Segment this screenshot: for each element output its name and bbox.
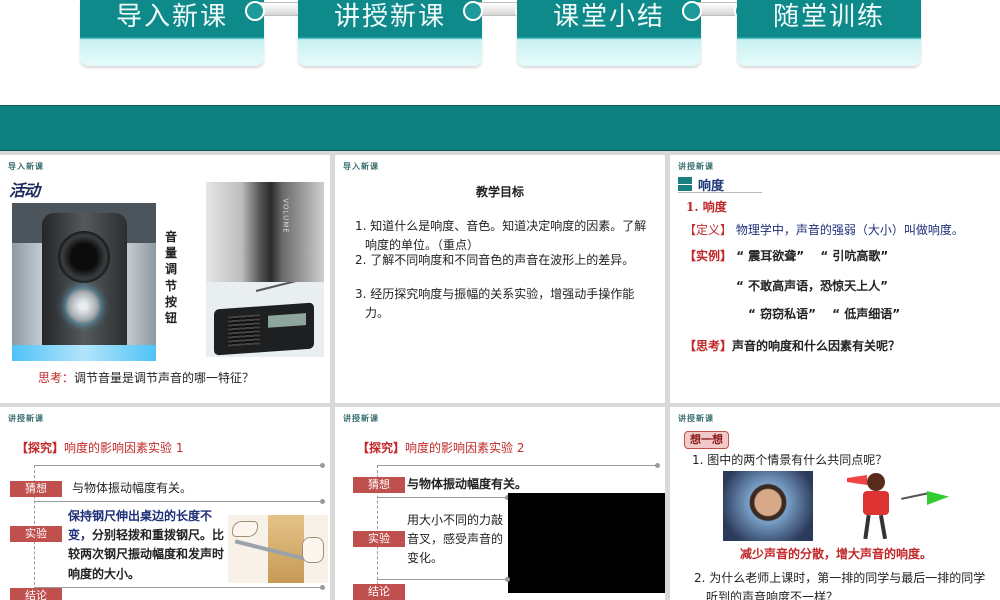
think-text: 调节音量是调节声音的哪一特征？ [74,371,255,385]
slide-grid: 导入新课 活动 音量调节按钮 VOLUME 思考：调节音量是调节声音的哪一特征？… [0,151,1000,600]
think-tag: 想一想 [684,431,729,449]
covering-ears-photo [723,471,813,541]
slide-title: 教学目标 [475,185,524,199]
section-icon [678,177,692,191]
example-line-1: 【实例】 “ 震耳欲聋” “ 引吭高歌” [684,247,888,266]
top-navigation: 导入新课 讲授新课 课堂小结 随堂训练 [0,0,1000,105]
conclusion-label: 结论 [10,588,62,600]
experiment-label: 【探究】 [357,441,406,455]
think-label: 思考： [38,371,75,385]
slide-thumbnail-3[interactable]: 讲授新课 响度 1. 响度 【定义】 物理学中，声音的强弱（大小）叫做响度。 【… [670,155,1000,403]
slide-tag: 讲授新课 [678,162,714,171]
experiment-description: 保持钢尺伸出桌边的长度不变，分别轻拨和重拨钢尺。比较两次钢尺振动幅度和发声时响度… [68,507,226,584]
radio-image [206,282,324,357]
think-label: 【思考】 [684,339,733,353]
slide-thumbnail-4[interactable]: 讲授新课 【探究】响度的影响因素实验 1 猜想 与物体振动幅度有关。 实验 保持… [0,407,330,600]
nav-button-practice[interactable]: 随堂训练 [737,0,921,66]
definition-line: 【定义】 物理学中，声音的强弱（大小）叫做响度。 [684,221,964,240]
nav-button-lecture[interactable]: 讲授新课 [298,0,482,66]
section-heading: 响度 [678,175,762,194]
volume-control-image: VOLUME [206,182,324,282]
volume-knob-label: 音量调节按钮 [164,230,177,325]
guess-text: 与物体振动幅度有关。 [72,481,193,495]
question-2: 2. 为什么老师上课时，第一排的同学与最后一排的同学听到的声音响度不一样？ [694,571,986,600]
slide-tag: 讲授新课 [343,414,379,423]
experiment-title: 【探究】响度的影响因素实验 1 [16,439,183,458]
volume-word: VOLUME [281,198,290,234]
nav-button-summary[interactable]: 课堂小结 [517,0,701,66]
divider [377,495,510,500]
question-1: 1. 图中的两个情景有什么共同点呢？ [692,453,888,467]
guess-label: 猜想 [10,481,62,497]
divider [377,577,510,582]
definition-label: 【定义】 [684,223,733,237]
nav-button-label: 导入新课 [115,2,228,32]
goal-item-3: 3. 经历探究响度与振幅的关系实验，增强动手操作能力。 [355,287,635,320]
example-line-2: “ 不敢高声语，恐惊天上人” [736,279,888,293]
experiment-text-2: 分别轻拨和重拨钢尺。比较两次钢尺振动幅度和发声时响度的大小。 [68,528,225,581]
goal-item-1: 1. 知道什么是响度、音色。知道决定响度的因素。了解响度的单位。（重点） [355,219,647,252]
divider [34,499,325,504]
nav-button-label: 随堂训练 [772,2,885,32]
think-line: 【思考】声音的响度和什么因素有关呢？ [684,337,900,356]
slide-tag: 导入新课 [343,162,379,171]
goal-item-2: 2. 了解不同响度和不同音色的声音在波形上的差异。 [355,253,635,267]
slide-tag: 讲授新课 [678,414,714,423]
divider [34,463,325,468]
ruler-experiment-image [228,515,328,583]
slide-thumbnail-1[interactable]: 导入新课 活动 音量调节按钮 VOLUME 思考：调节音量是调节声音的哪一特征？ [0,155,330,403]
slide-thumbnail-2[interactable]: 导入新课 教学目标 1. 知道什么是响度、音色。知道决定响度的因素。了解响度的单… [335,155,665,403]
nav-button-label: 讲授新课 [333,2,446,32]
guess-text: 与物体振动幅度有关。 [407,477,528,491]
example-text: “ 震耳欲聋” “ 引吭高歌” [736,249,889,263]
experiment-step-label: 实验 [10,526,62,542]
nav-button-label: 课堂小结 [552,2,665,32]
experiment-description: 用大小不同的力敲音叉，感受声音的变化。 [407,513,504,566]
slide-tag: 导入新课 [8,162,44,171]
subheading: 1. 响度 [686,200,727,214]
experiment-title: 【探究】响度的影响因素实验 2 [357,439,524,458]
slide-thumbnail-5[interactable]: 讲授新课 【探究】响度的影响因素实验 2 猜想 与物体振动幅度有关。 实验 用大… [335,407,665,600]
example-label: 【实例】 [684,249,733,263]
experiment-name: 响度的影响因素实验 1 [64,441,184,455]
slide-tag: 讲授新课 [8,414,44,423]
cheering-megaphone-image [845,469,953,541]
think-text: 声音的响度和什么因素有关呢？ [732,339,901,353]
experiment-label: 【探究】 [16,441,65,455]
experiment-step-label: 实验 [353,531,405,547]
video-placeholder[interactable] [508,493,665,593]
activity-logo: 活动 [9,181,40,200]
guess-label: 猜想 [353,477,405,493]
think-question: 思考：调节音量是调节声音的哪一特征？ [38,369,254,388]
divider [377,463,660,468]
divider [34,585,325,590]
conclusion-label: 结论 [353,584,405,600]
nav-button-intro[interactable]: 导入新课 [80,0,264,66]
example-line-3: “ 窃窃私语” “ 低声细语” [748,307,901,321]
title-bar [0,105,1000,151]
experiment-name: 响度的影响因素实验 2 [405,441,525,455]
definition-text: 物理学中，声音的强弱（大小）叫做响度。 [735,223,964,237]
slide-thumbnail-6[interactable]: 讲授新课 想一想 1. 图中的两个情景有什么共同点呢？ 减少声音的分散，增大声音… [670,407,1000,600]
speaker-image [12,203,156,361]
section-title: 响度 [698,179,725,194]
answer-text: 减少声音的分散，增大声音的响度。 [740,547,933,561]
